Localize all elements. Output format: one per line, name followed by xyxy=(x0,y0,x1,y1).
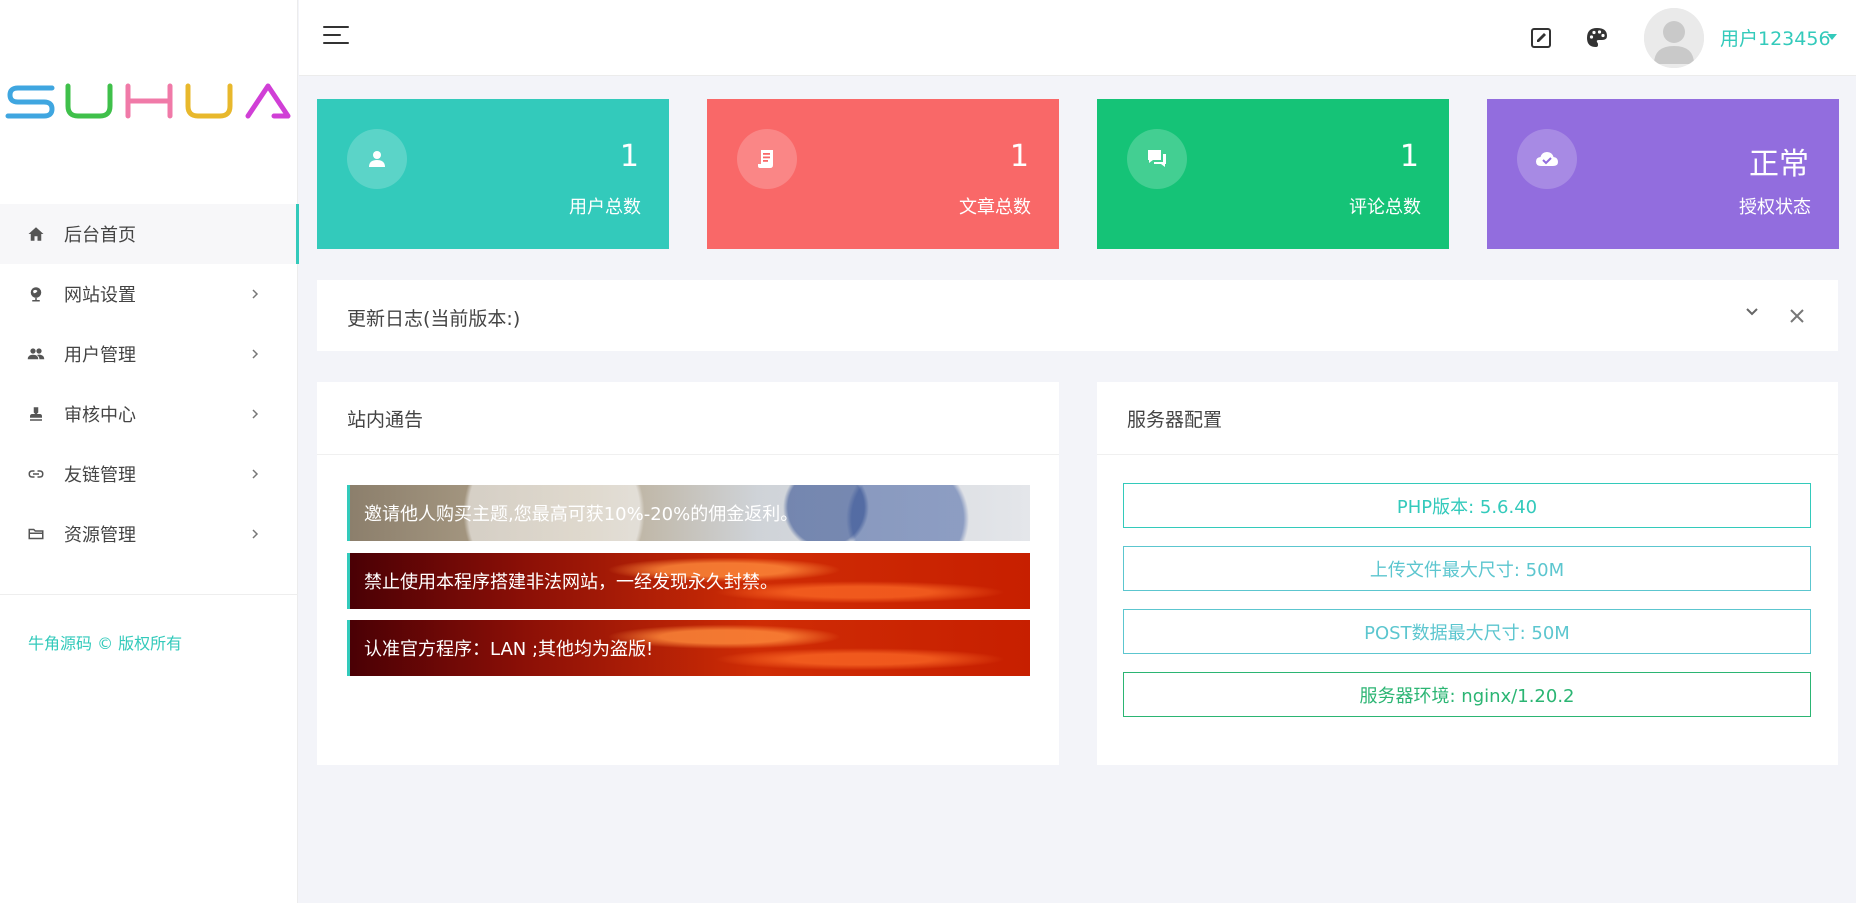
stat-label: 评论总数 xyxy=(1349,197,1421,218)
chevron-right-icon xyxy=(250,525,260,539)
sidebar-item-label: 友链管理 xyxy=(64,465,136,486)
sidebar-item-label: 资源管理 xyxy=(64,525,136,546)
sidebar-item-friend-links[interactable]: 友链管理 xyxy=(0,444,298,504)
stat-card-license: 正常 授权状态 xyxy=(1487,99,1839,249)
link-icon xyxy=(26,464,46,484)
avatar[interactable] xyxy=(1644,8,1704,68)
sidebar-nav: 后台首页 网站设置 用户管理 审核中心 友链管理 资源管理 xyxy=(0,204,299,564)
stat-card-comments: 1 评论总数 xyxy=(1097,99,1449,249)
sidebar-item-label: 用户管理 xyxy=(64,345,136,366)
sidebar: 后台首页 网站设置 用户管理 审核中心 友链管理 资源管理 牛角源码 © 版权所… xyxy=(0,0,299,903)
close-icon[interactable] xyxy=(1788,307,1806,325)
stat-card-articles: 1 文章总数 xyxy=(707,99,1059,249)
stat-label: 用户总数 xyxy=(569,197,641,218)
sidebar-footer[interactable]: 牛角源码 © 版权所有 xyxy=(28,630,182,654)
sidebar-item-users[interactable]: 用户管理 xyxy=(0,324,298,384)
chevron-right-icon xyxy=(250,405,260,419)
caret-down-icon[interactable] xyxy=(1827,34,1837,40)
server-info-environment: 服务器环境: nginx/1.20.2 xyxy=(1123,672,1811,717)
home-icon xyxy=(26,224,46,244)
user-icon xyxy=(347,129,407,189)
stat-value: 1 xyxy=(1009,139,1029,174)
notice-item[interactable]: 邀请他人购买主题,您最高可获10%-20%的佣金返利。 xyxy=(347,485,1030,541)
sidebar-divider xyxy=(0,594,298,595)
folder-icon xyxy=(26,524,46,544)
notice-panel-title: 站内通告 xyxy=(317,382,1059,455)
server-info-upload-size: 上传文件最大尺寸: 50M xyxy=(1123,546,1811,591)
stat-label: 文章总数 xyxy=(959,197,1031,218)
palette-icon[interactable] xyxy=(1585,26,1609,50)
stat-value: 1 xyxy=(1399,139,1419,174)
logo-wordmark xyxy=(5,83,291,119)
edit-icon[interactable] xyxy=(1529,26,1553,50)
sidebar-item-label: 网站设置 xyxy=(64,285,136,306)
stat-card-users: 1 用户总数 xyxy=(317,99,669,249)
top-header: 用户123456 xyxy=(299,0,1856,76)
article-icon xyxy=(737,129,797,189)
brand-logo[interactable] xyxy=(0,68,298,132)
stamp-icon xyxy=(26,404,46,424)
menu-icon[interactable] xyxy=(323,26,349,48)
user-menu[interactable]: 用户123456 xyxy=(1720,24,1831,51)
chevron-right-icon xyxy=(250,285,260,299)
server-info-post-size: POST数据最大尺寸: 50M xyxy=(1123,609,1811,654)
stat-label: 授权状态 xyxy=(1739,197,1811,218)
sidebar-item-label: 后台首页 xyxy=(64,225,136,246)
cloud-check-icon xyxy=(1517,129,1577,189)
stat-value: 1 xyxy=(619,139,639,174)
notice-panel: 站内通告 邀请他人购买主题,您最高可获10%-20%的佣金返利。 禁止使用本程序… xyxy=(317,382,1059,765)
server-info-php: PHP版本: 5.6.40 xyxy=(1123,483,1811,528)
update-log-title: 更新日志(当前版本:) xyxy=(347,308,521,330)
chevron-right-icon xyxy=(250,345,260,359)
comment-icon xyxy=(1127,129,1187,189)
stat-value: 正常 xyxy=(1749,147,1809,182)
globe-icon xyxy=(26,284,46,304)
chevron-right-icon xyxy=(250,465,260,479)
server-config-panel: 服务器配置 PHP版本: 5.6.40 上传文件最大尺寸: 50M POST数据… xyxy=(1097,382,1838,765)
notice-item[interactable]: 禁止使用本程序搭建非法网站，一经发现永久封禁。 xyxy=(347,553,1030,609)
sidebar-item-home[interactable]: 后台首页 xyxy=(0,204,299,264)
sidebar-item-resources[interactable]: 资源管理 xyxy=(0,504,298,564)
chevron-down-icon[interactable] xyxy=(1744,304,1760,320)
update-log-panel: 更新日志(当前版本:) xyxy=(317,280,1838,351)
server-panel-title: 服务器配置 xyxy=(1097,382,1838,455)
sidebar-item-review-center[interactable]: 审核中心 xyxy=(0,384,298,444)
sidebar-item-site-settings[interactable]: 网站设置 xyxy=(0,264,298,324)
notice-item[interactable]: 认准官方程序：LAN ;其他均为盗版! xyxy=(347,620,1030,676)
sidebar-item-label: 审核中心 xyxy=(64,405,136,426)
users-icon xyxy=(26,344,46,364)
